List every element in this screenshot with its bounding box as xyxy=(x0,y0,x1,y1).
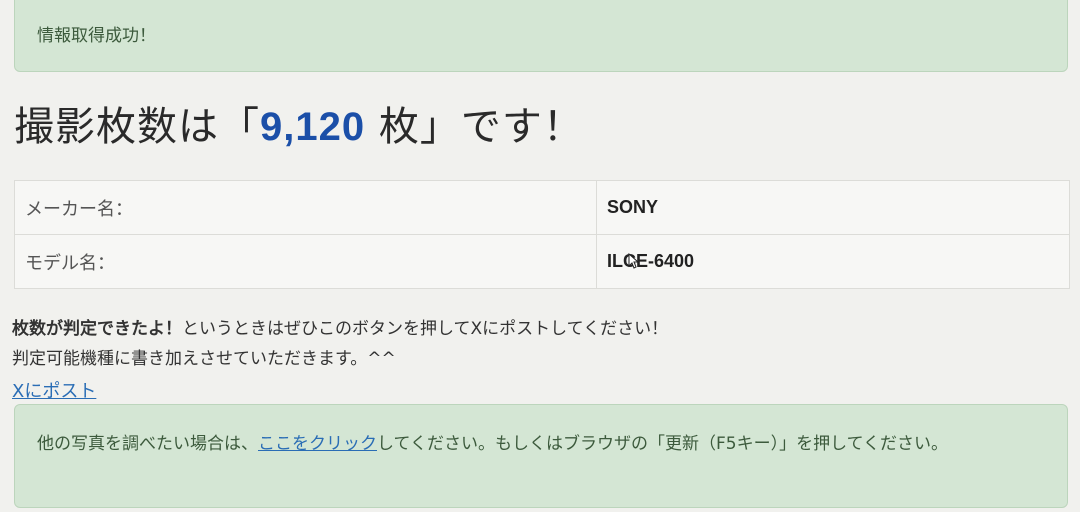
info-alert: 他の写真を調べたい場合は、ここをクリックしてください。もしくはブラウザの「更新（… xyxy=(14,404,1068,508)
page: 情報取得成功！ 撮影枚数は「9,120 枚」です！ メーカー名： SONY モデ… xyxy=(0,0,1080,512)
info-message: 他の写真を調べたい場合は、ここをクリックしてください。もしくはブラウザの「更新（… xyxy=(37,427,1047,461)
click-here-link[interactable]: ここをクリック xyxy=(258,434,377,454)
headline-prefix: 撮影枚数は「 xyxy=(14,104,260,150)
shot-count-value: 9,120 xyxy=(260,105,366,149)
shot-count-headline: 撮影枚数は「9,120 枚」です！ xyxy=(14,94,584,152)
info-before: 他の写真を調べたい場合は、 xyxy=(37,434,258,454)
success-message: 情報取得成功！ xyxy=(37,26,156,46)
model-value-cell: ILCE-6400 xyxy=(596,234,1070,289)
post-to-x-link[interactable]: Xにポスト xyxy=(12,377,96,403)
model-value: ILCE-6400 xyxy=(607,251,695,271)
info-after: してください。もしくはブラウザの「更新（F5キー）」を押してください。 xyxy=(377,434,949,454)
table-row: メーカー名： SONY xyxy=(14,180,1070,235)
post-notice: 枚数が判定できたよ！というときはぜひこのボタンを押してXにポストしてください！ … xyxy=(12,314,668,374)
maker-value: SONY xyxy=(596,180,1070,235)
mouse-cursor-icon xyxy=(628,253,639,269)
notice-rest: というときはぜひこのボタンを押してXにポストしてください！ xyxy=(182,319,669,339)
notice-bold: 枚数が判定できたよ！ xyxy=(12,319,182,339)
camera-info-table: メーカー名： SONY モデル名： ILCE-6400 xyxy=(14,180,1070,289)
notice-line-2: 判定可能機種に書き加えさせていただきます。^^ xyxy=(12,349,396,369)
maker-label: メーカー名： xyxy=(14,180,597,235)
headline-suffix: 枚」です！ xyxy=(365,104,584,150)
success-alert: 情報取得成功！ xyxy=(14,0,1068,72)
model-label: モデル名： xyxy=(14,234,597,289)
notice-line-1: 枚数が判定できたよ！というときはぜひこのボタンを押してXにポストしてください！ xyxy=(12,314,668,344)
table-row: モデル名： ILCE-6400 xyxy=(14,234,1070,289)
